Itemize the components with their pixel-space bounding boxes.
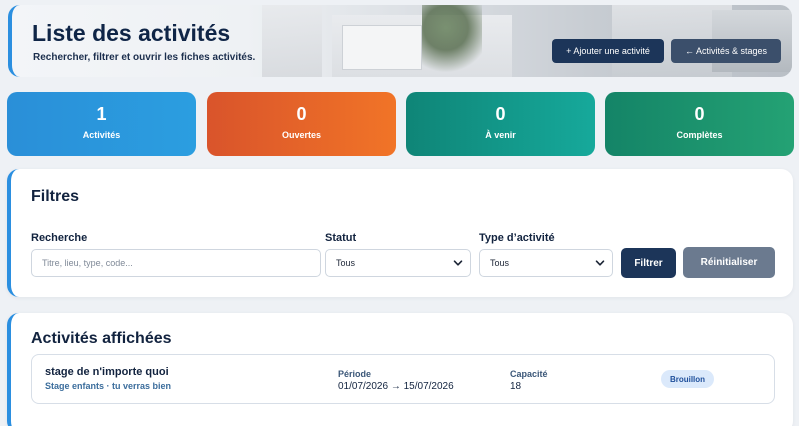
activities-panel: Activités affichées stage de n'importe q…	[7, 313, 793, 426]
activity-type-select[interactable]: Tous	[479, 249, 613, 277]
status-select[interactable]: Tous	[325, 249, 471, 277]
stat-value: 0	[495, 104, 506, 124]
banner-decor	[342, 25, 422, 70]
back-to-activities-button[interactable]: ← Activités & stages	[671, 39, 781, 63]
page-header-banner: Liste des activités Rechercher, filtrer …	[8, 5, 792, 77]
filters-panel: Filtres Recherche Titre, lieu, type, cod…	[7, 169, 793, 297]
chevron-down-icon	[595, 260, 605, 266]
activities-title: Activités affichées	[31, 330, 172, 347]
status-label: Statut	[325, 232, 357, 244]
status-badge: Brouillon	[661, 370, 714, 388]
filter-button[interactable]: Filtrer	[621, 248, 676, 278]
activity-period: 01/07/2026 → 15/07/2026	[338, 381, 454, 392]
banner-plant	[422, 5, 482, 77]
activity-capacity: 18	[510, 381, 522, 392]
stat-card-complete: 0 Complètes	[605, 92, 794, 156]
page-subtitle: Rechercher, filtrer et ouvrir les fiches…	[33, 52, 256, 63]
period-header: Période	[338, 369, 372, 379]
activity-name[interactable]: stage de n'importe quoi	[45, 366, 169, 378]
stat-value: 1	[96, 104, 107, 124]
page-title: Liste des activités	[32, 20, 231, 46]
stat-card-open: 0 Ouvertes	[207, 92, 396, 156]
stat-card-activities: 1 Activités	[7, 92, 196, 156]
filters-title: Filtres	[31, 188, 80, 205]
type-select-value: Tous	[490, 258, 510, 268]
banner-background-image	[262, 5, 322, 77]
activity-meta: Stage enfants · tu verras bien	[45, 381, 172, 391]
activity-row[interactable]: stage de n'importe quoi Stage enfants · …	[31, 354, 775, 404]
capacity-header: Capacité	[510, 369, 548, 379]
search-label: Recherche	[31, 232, 88, 244]
reset-button[interactable]: Réinitialiser	[683, 247, 775, 278]
stat-card-upcoming: 0 À venir	[406, 92, 595, 156]
add-activity-button[interactable]: + Ajouter une activité	[552, 39, 664, 63]
stat-value: 0	[296, 104, 307, 124]
chevron-down-icon	[453, 260, 463, 266]
search-input[interactable]: Titre, lieu, type, code...	[31, 249, 321, 277]
stat-label: À venir	[485, 130, 516, 140]
stat-value: 0	[694, 104, 705, 124]
stat-label: Activités	[82, 130, 121, 140]
type-label: Type d’activité	[479, 232, 555, 244]
stat-label: Ouvertes	[281, 130, 322, 140]
stat-label: Complètes	[676, 130, 723, 140]
status-select-value: Tous	[336, 258, 356, 268]
